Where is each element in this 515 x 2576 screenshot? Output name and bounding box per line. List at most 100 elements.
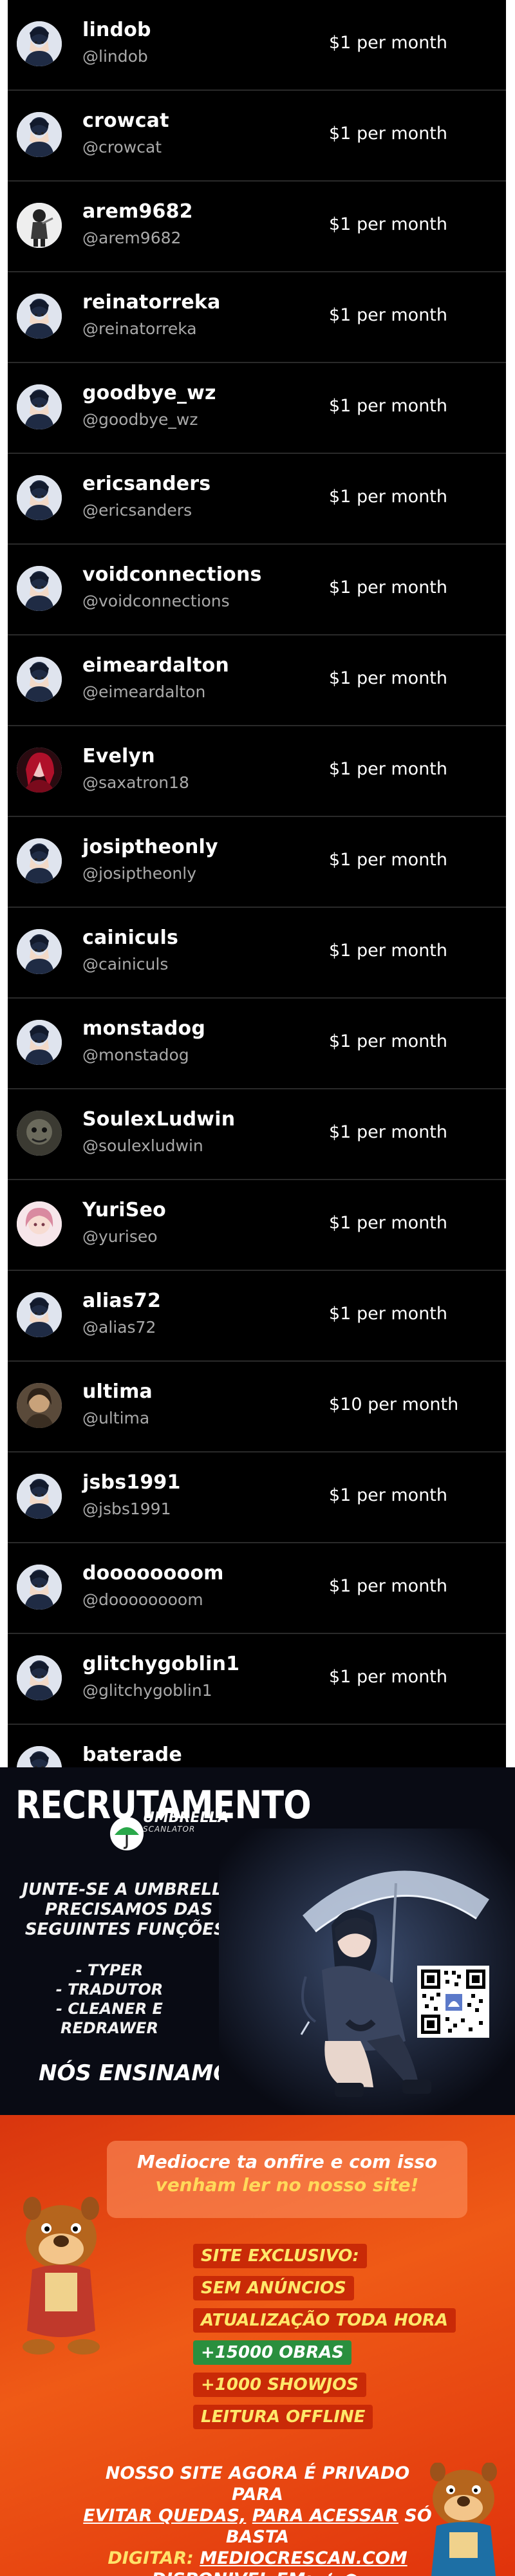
subscriber-row[interactable]: reinatorreka @reinatorreka $1 per month	[8, 272, 506, 363]
subscriber-row[interactable]: josiptheonly @josiptheonly $1 per month	[8, 817, 506, 908]
subscription-price: $1 per month	[329, 668, 448, 688]
subscriber-name[interactable]: doooooooom	[82, 1562, 224, 1584]
subscriber-handle: @josiptheonly	[82, 864, 196, 883]
subscriber-row[interactable]: alias72 @alias72 $1 per month	[8, 1271, 506, 1362]
subscriber-list: lindob @lindob $1 per month crowcat @crowcat…	[0, 0, 515, 1767]
promo-banner: Mediocre ta onfire e com isso venham ler…	[0, 2115, 515, 2576]
subscriber-name[interactable]: jsbs1991	[82, 1471, 181, 1494]
subscriber-row[interactable]: SoulexLudwin @soulexludwin $1 per month	[8, 1089, 506, 1180]
avatar[interactable]	[17, 384, 62, 429]
site-link[interactable]: MEDIOCRESCAN.COM	[200, 2548, 407, 2568]
subscriber-row[interactable]: Evelyn @saxatron18 $1 per month	[8, 726, 506, 817]
subscriber-row[interactable]: monstadog @monstadog $1 per month	[8, 999, 506, 1089]
avatar[interactable]	[17, 1020, 62, 1065]
subscriber-name[interactable]: cainiculs	[82, 926, 178, 949]
promo-headline-line1: Mediocre ta onfire e com isso	[136, 2151, 438, 2172]
apple-android-icon	[328, 2572, 357, 2576]
role-item: - TRADUTOR	[55, 1980, 164, 1998]
avatar[interactable]	[17, 1292, 62, 1337]
subscriber-row[interactable]: ericsanders @ericsanders $1 per month	[8, 454, 506, 545]
promo-headline-line2: venham ler no nosso site!	[155, 2174, 419, 2195]
subscriber-name[interactable]: eimeardalton	[82, 654, 229, 677]
subscriber-name[interactable]: SoulexLudwin	[82, 1108, 235, 1131]
avatar[interactable]	[17, 112, 62, 157]
promo-feature: SITE EXCLUSIVO:	[193, 2244, 367, 2268]
subscriber-row[interactable]: doooooooom @doooooooom $1 per month	[8, 1543, 506, 1634]
subscriber-row[interactable]: ultima @ultima $10 per month	[8, 1362, 506, 1453]
subscription-price: $10 per month	[329, 1395, 459, 1415]
subscriber-name[interactable]: ericsanders	[82, 473, 211, 495]
recruitment-brand: UMBRELLA SCANLATOR	[143, 1810, 229, 1834]
avatar[interactable]	[17, 1111, 62, 1156]
subscription-price: $1 per month	[329, 850, 448, 870]
subscriber-handle: @goodbye_wz	[82, 410, 198, 429]
subscriber-row[interactable]: lindob @lindob $1 per month	[8, 0, 506, 91]
subscription-price: $1 per month	[329, 305, 448, 325]
subscriber-name[interactable]: arem9682	[82, 200, 193, 223]
avatar[interactable]	[17, 203, 62, 248]
subscriber-row[interactable]: jsbs1991 @jsbs1991 $1 per month	[8, 1453, 506, 1543]
subscriber-rows: lindob @lindob $1 per month crowcat @crowcat…	[8, 0, 506, 1767]
subscriber-name[interactable]: ultima	[82, 1380, 153, 1403]
avatar[interactable]	[17, 929, 62, 974]
avatar[interactable]	[17, 1201, 62, 1246]
subscriber-handle: @arem9682	[82, 229, 182, 247]
available-line: DISPONIVEL EM:	[77, 2569, 438, 2576]
avatar[interactable]	[17, 1383, 62, 1428]
subscriber-handle: @monstadog	[82, 1046, 189, 1064]
mascot-left-illustration	[23, 2197, 100, 2355]
subscriber-row[interactable]: crowcat @crowcat $1 per month	[8, 91, 506, 182]
subscriber-name[interactable]: glitchygoblin1	[82, 1653, 239, 1675]
subscriber-row[interactable]: cainiculs @cainiculs $1 per month	[8, 908, 506, 999]
subscription-price: $1 per month	[329, 1667, 448, 1687]
subscription-price: $1 per month	[329, 1122, 448, 1142]
subscriber-row[interactable]: YuriSeo @yuriseo $1 per month	[8, 1180, 506, 1271]
subscription-price: $1 per month	[329, 33, 448, 53]
subscription-price: $1 per month	[329, 578, 448, 597]
avatar[interactable]	[17, 294, 62, 339]
subscriber-name[interactable]: alias72	[82, 1290, 161, 1312]
subscriber-name[interactable]: Evelyn	[82, 745, 155, 767]
subscriber-name[interactable]: baterade	[82, 1744, 182, 1766]
subscriber-name[interactable]: reinatorreka	[82, 291, 221, 314]
promo-feature: LEITURA OFFLINE	[193, 2405, 373, 2429]
subscriber-name[interactable]: josiptheonly	[82, 836, 218, 858]
subscriber-name[interactable]: voidconnections	[82, 563, 262, 586]
subscriber-row[interactable]: eimeardalton @eimeardalton $1 per month	[8, 635, 506, 726]
avatar[interactable]	[17, 21, 62, 66]
role-item: - TYPER	[75, 1961, 144, 1979]
subscription-price: $1 per month	[329, 1031, 448, 1051]
subscriber-handle: @eimeardalton	[82, 682, 206, 701]
role-item: - CLEANER E REDRAWER	[56, 2000, 163, 2037]
subscriber-handle: @alias72	[82, 1318, 156, 1337]
avatar[interactable]	[17, 657, 62, 702]
avatar[interactable]	[17, 1655, 62, 1700]
avatar[interactable]	[17, 566, 62, 611]
recruitment-intro: JUNTE-SE A UMBRELLA PRECISAMOS DAS SEGUI…	[22, 1880, 236, 1939]
avatar[interactable]	[17, 747, 62, 793]
subscriber-name[interactable]: monstadog	[82, 1017, 205, 1040]
subscription-price: $1 per month	[329, 759, 448, 779]
subscriber-name[interactable]: crowcat	[82, 109, 169, 132]
subscriber-row[interactable]: arem9682 @arem9682 $1 per month	[8, 182, 506, 272]
promo-feature-list: SITE EXCLUSIVO: SEM ANÚNCIOS ATUALIZAÇÃO T…	[193, 2244, 456, 2437]
subscriber-name[interactable]: YuriSeo	[82, 1199, 166, 1221]
subscriber-handle: @saxatron18	[82, 773, 189, 792]
subscriber-row[interactable]: voidconnections @voidconnections $1 per mo…	[8, 545, 506, 635]
avatar[interactable]	[17, 838, 62, 883]
subscriber-row[interactable]: glitchygoblin1 @glitchygoblin1 $1 per mont…	[8, 1634, 506, 1725]
subscription-price: $1 per month	[329, 941, 448, 961]
subscriber-handle: @voidconnections	[82, 592, 230, 610]
subscriber-name[interactable]: goodbye_wz	[82, 382, 216, 404]
avatar[interactable]	[17, 1565, 62, 1610]
subscriber-row[interactable]: goodbye_wz @goodbye_wz $1 per month	[8, 363, 506, 454]
subscriber-handle: @cainiculs	[82, 955, 169, 973]
avatar[interactable]	[17, 1746, 62, 1767]
avatar[interactable]	[17, 475, 62, 520]
subscriber-handle: @glitchygoblin1	[82, 1681, 212, 1700]
subscription-price: $1 per month	[329, 1304, 448, 1324]
subscriber-row[interactable]: baterade	[8, 1725, 506, 1767]
avatar[interactable]	[17, 1474, 62, 1519]
qr-code-icon[interactable]	[417, 1966, 489, 2038]
subscriber-name[interactable]: lindob	[82, 19, 151, 41]
